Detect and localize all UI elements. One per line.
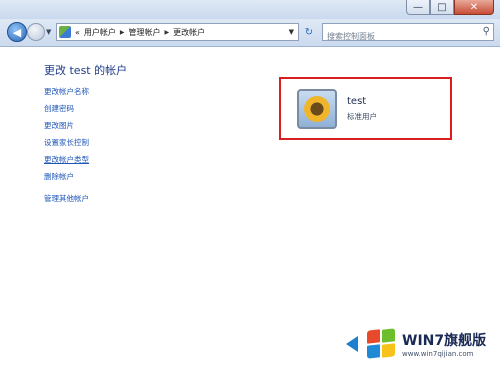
control-panel-icon — [59, 26, 71, 38]
breadcrumb-manage-accounts[interactable]: 管理帐户 — [129, 27, 161, 38]
search-input[interactable] — [327, 29, 472, 44]
windows-logo-icon — [366, 328, 396, 359]
task-change-account-name[interactable]: 更改帐户名称 — [44, 86, 89, 97]
account-name: test — [347, 96, 367, 107]
history-dropdown-icon[interactable]: ▼ — [46, 28, 51, 36]
watermark: WIN7旗舰版 www.win7qijian.com — [344, 324, 494, 366]
account-card: test 标准用户 — [279, 77, 452, 140]
window-controls: — □ ✕ — [406, 0, 494, 15]
close-button[interactable]: ✕ — [454, 0, 494, 15]
watermark-url: www.win7qijian.com — [402, 350, 474, 358]
forward-button[interactable] — [27, 23, 45, 41]
back-icon: ◀ — [12, 25, 22, 39]
breadcrumb-change-account[interactable]: 更改帐户 — [173, 27, 205, 38]
breadcrumb-separator-icon[interactable]: ▶ — [165, 29, 170, 36]
task-parental-controls[interactable]: 设置家长控制 — [44, 137, 89, 148]
search-icon[interactable]: ⚲ — [483, 26, 490, 37]
task-change-picture[interactable]: 更改图片 — [44, 120, 74, 131]
task-manage-other-accounts[interactable]: 管理其他帐户 — [44, 193, 89, 204]
refresh-icon: ↻ — [304, 26, 314, 38]
refresh-button[interactable]: ↻ — [301, 24, 317, 40]
minimize-button[interactable]: — — [406, 0, 430, 15]
page-title: 更改 test 的帐户 — [44, 64, 128, 77]
task-change-account-type[interactable]: 更改帐户类型 — [44, 154, 89, 165]
title-bar: — □ ✕ — [0, 0, 500, 19]
task-create-password[interactable]: 创建密码 — [44, 103, 74, 114]
address-dropdown-icon[interactable]: ▼ — [289, 28, 294, 36]
search-box[interactable]: ⚲ — [322, 23, 494, 44]
navigation-bar: ◀ ▼ « 用户帐户 ▶ 管理帐户 ▶ 更改帐户 ▼ ↻ ⚲ — [0, 19, 500, 47]
play-arrow-icon — [346, 336, 358, 352]
address-bar[interactable]: « 用户帐户 ▶ 管理帐户 ▶ 更改帐户 ▼ — [56, 23, 299, 41]
breadcrumb-user-accounts[interactable]: 用户帐户 — [84, 27, 116, 38]
user-picture-icon — [297, 89, 337, 129]
account-type: 标准用户 — [347, 112, 377, 121]
flower-picture — [304, 96, 330, 122]
maximize-button[interactable]: □ — [430, 0, 454, 15]
breadcrumb-separator-icon[interactable]: ▶ — [120, 29, 125, 36]
watermark-title: WIN7旗舰版 — [402, 333, 487, 349]
back-button[interactable]: ◀ — [7, 22, 27, 42]
task-delete-account[interactable]: 删除帐户 — [44, 171, 74, 182]
breadcrumb-overflow[interactable]: « — [75, 28, 80, 37]
